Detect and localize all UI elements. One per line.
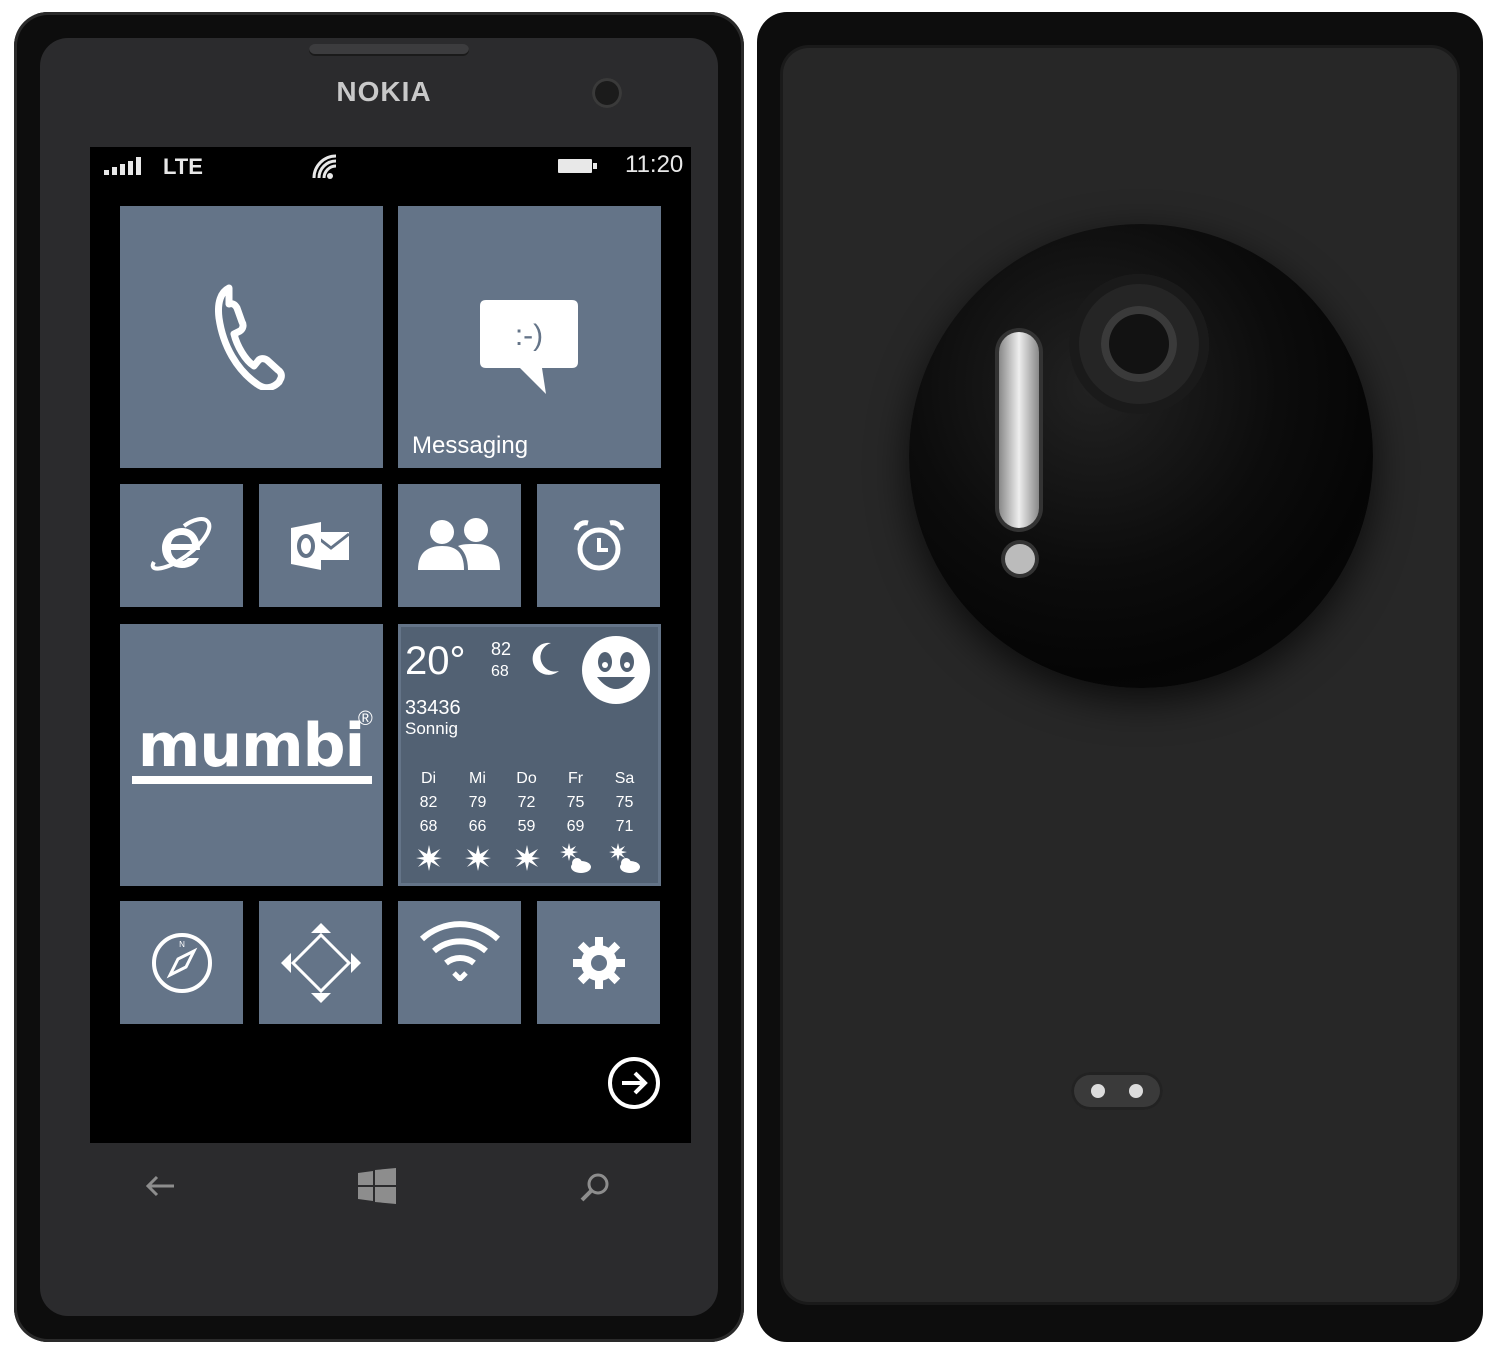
windows-logo-icon[interactable]: [358, 1168, 396, 1204]
sun-icon: [416, 845, 442, 871]
moon-icon: [532, 642, 559, 675]
mumbi-logo: mumbi ®: [130, 708, 373, 788]
wifi-icon: [419, 921, 501, 981]
status-time: 11:20: [625, 151, 684, 178]
internet-explorer-icon: [150, 517, 212, 571]
sun-icon: [465, 845, 491, 871]
screen: LTE 11:20 :-) Messaging mumbi ® 20° 82 6…: [90, 147, 691, 1143]
camera-module: [909, 224, 1373, 688]
tile-internet-explorer[interactable]: [120, 484, 243, 607]
arrow-right-circle-icon[interactable]: [607, 1056, 661, 1110]
earpiece: [309, 44, 469, 56]
tile-people[interactable]: [398, 484, 521, 607]
emoticon-text: :-): [515, 319, 543, 352]
phone-icon: [215, 284, 285, 390]
phone-front: NOKIA LTE 11:20:-) Messaging mumbi ® 20…: [14, 12, 744, 1342]
search-icon[interactable]: [580, 1172, 610, 1202]
forecast-day: Mi 79 66: [468, 770, 487, 835]
people-icon: [418, 518, 500, 570]
front-camera: [592, 78, 622, 108]
weather-condition: Sonnig: [405, 719, 458, 738]
tile-maps[interactable]: [259, 901, 382, 1024]
weather-low: 68: [491, 663, 509, 680]
phone-back: [757, 12, 1483, 1342]
wifi-status-icon: [312, 154, 337, 179]
network-type: LTE: [163, 154, 203, 179]
weather-high: 82: [491, 639, 512, 659]
chat-bubble-icon: :-): [480, 300, 578, 394]
sun-icon: [514, 845, 540, 871]
tile-weather[interactable]: 20° 82 68 33436 Sonnig Di 82 68 Mi 79 66…: [398, 624, 661, 886]
outlook-icon: [291, 522, 350, 570]
tile-messaging[interactable]: :-) Messaging: [398, 206, 661, 468]
forecast-day: Fr 75 69: [566, 770, 585, 835]
phone-back-case: [783, 48, 1457, 1302]
signal-strength-icon: [104, 155, 141, 175]
speaker-grille: [1071, 1072, 1163, 1110]
partly-cloudy-icon: [609, 843, 640, 873]
maps-navigation-icon: [281, 923, 361, 1003]
gear-icon: [573, 937, 625, 989]
back-arrow-icon[interactable]: [144, 1174, 176, 1198]
tile-compass[interactable]: N: [120, 901, 243, 1024]
tile-alarms[interactable]: [537, 484, 660, 607]
forecast-day: Di 82 68: [419, 770, 438, 835]
status-bar: LTE 11:20: [90, 147, 691, 183]
forecast-day: Sa 75 71: [614, 770, 635, 835]
brand-logo: NOKIA: [336, 76, 432, 107]
smiley-icon: [582, 636, 650, 704]
tile-outlook[interactable]: [259, 484, 382, 607]
svg-text:N: N: [179, 940, 185, 949]
weather-zip: 33436: [405, 697, 461, 719]
tile-settings[interactable]: [537, 901, 660, 1024]
partly-cloudy-icon: [560, 843, 591, 873]
compass-icon: N: [152, 933, 212, 993]
camera-lens: [1069, 274, 1209, 414]
tile-wifi[interactable]: [398, 901, 521, 1024]
tile-mumbi[interactable]: mumbi ®: [120, 624, 383, 886]
forecast-day: Do 72 59: [516, 770, 537, 835]
led-flash: [1005, 544, 1035, 574]
alarm-clock-icon: [573, 520, 625, 571]
xenon-flash: [999, 332, 1039, 528]
tile-phone[interactable]: [120, 206, 383, 468]
battery-icon: [558, 159, 597, 173]
weather-temp: 20°: [405, 639, 466, 683]
tile-messaging-label: Messaging: [412, 432, 529, 459]
